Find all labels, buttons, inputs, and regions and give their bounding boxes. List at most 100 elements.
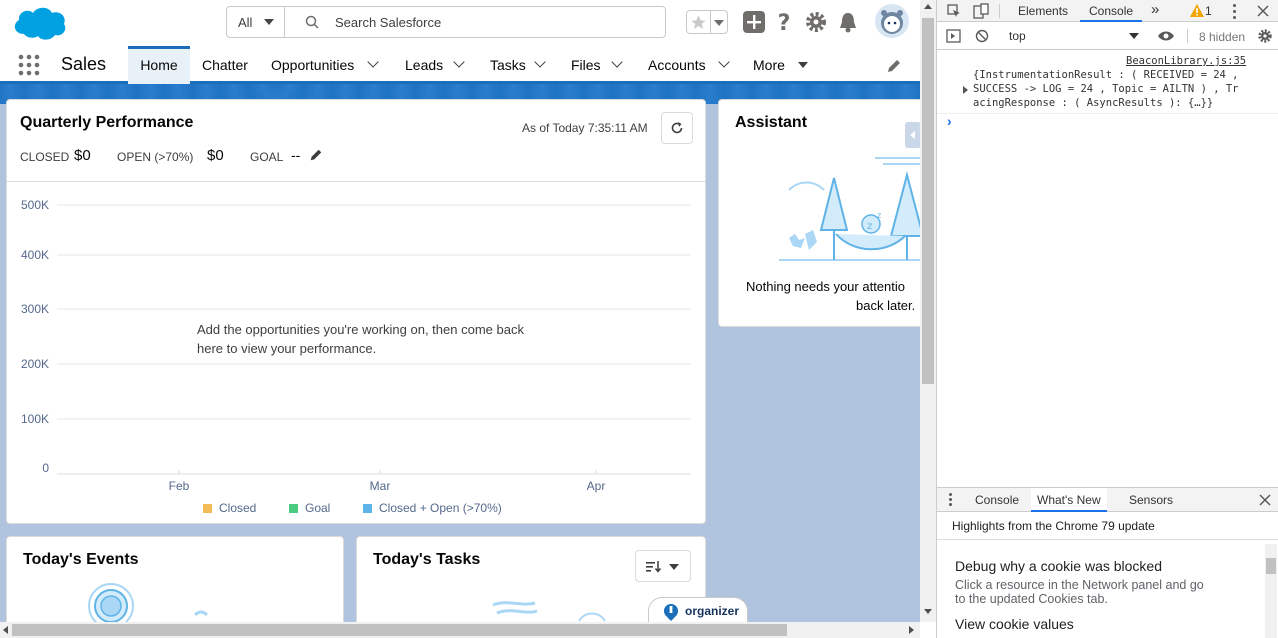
tab-label: Accounts: [648, 57, 706, 73]
scroll-left-arrow-icon[interactable]: [3, 626, 8, 634]
gear-icon[interactable]: [804, 10, 828, 34]
collapse-button[interactable]: [905, 122, 920, 148]
salesforce-logo-icon[interactable]: [10, 4, 68, 42]
tab-label: Files: [571, 57, 601, 73]
console-message: BeaconLibrary.js:35 {InstrumentationResu…: [937, 52, 1278, 114]
inspect-element-icon[interactable]: [947, 4, 961, 18]
warning-count: 1: [1205, 4, 1212, 18]
legend-label: Closed: [219, 501, 256, 515]
favorites-button[interactable]: [686, 10, 728, 34]
divider: [710, 11, 711, 33]
card-title: Today's Events: [23, 551, 139, 568]
whats-new-item-title[interactable]: Debug why a cookie was blocked: [955, 558, 1162, 574]
drawer-tab-bar: Console What's New Sensors: [937, 488, 1278, 512]
edit-goal-pencil-icon[interactable]: [309, 148, 323, 162]
context-selector[interactable]: top: [1001, 27, 1141, 45]
svg-text:?: ?: [778, 11, 791, 34]
scroll-up-arrow-icon[interactable]: [924, 4, 932, 9]
whats-new-item-description: to the updated Cookies tab.: [955, 592, 1108, 606]
search-icon: [305, 15, 319, 29]
organizer-button[interactable]: organizer: [648, 597, 748, 622]
drawer-tab-console[interactable]: Console: [975, 488, 1019, 512]
tab-console[interactable]: Console: [1080, 0, 1143, 22]
drawer-tab-whats-new[interactable]: What's New: [1031, 488, 1107, 512]
search-input[interactable]: [335, 13, 655, 31]
tab-chatter[interactable]: Chatter: [202, 46, 248, 84]
chevron-down-icon: [714, 20, 724, 26]
y-tick-label: 200K: [21, 357, 49, 371]
close-icon[interactable]: [1259, 494, 1271, 506]
refresh-icon: [671, 122, 683, 134]
log-text-line: {InstrumentationResult : ( RECEIVED = 24…: [973, 69, 1239, 81]
expand-triangle-icon[interactable]: [963, 86, 968, 94]
tab-leads[interactable]: Leads: [405, 46, 467, 84]
chevron-down-icon[interactable]: [611, 56, 623, 68]
app-launcher-icon[interactable]: [18, 54, 40, 76]
clear-console-icon[interactable]: [975, 29, 989, 43]
scroll-down-arrow-icon[interactable]: [924, 609, 932, 614]
tab-tasks[interactable]: Tasks: [490, 46, 548, 84]
drawer-tab-sensors[interactable]: Sensors: [1129, 488, 1173, 512]
chevron-down-icon[interactable]: [453, 56, 465, 68]
device-toolbar-icon[interactable]: [973, 3, 989, 19]
star-icon: [691, 15, 706, 29]
svg-text:z: z: [867, 221, 872, 232]
page-horizontal-scrollbar[interactable]: [0, 622, 920, 638]
tab-elements[interactable]: Elements: [1018, 0, 1068, 22]
task-sort-dropdown[interactable]: [635, 550, 691, 582]
plus-icon[interactable]: [742, 10, 766, 34]
chevron-left-icon: [910, 131, 915, 139]
log-source-link[interactable]: BeaconLibrary.js:35: [1126, 55, 1246, 67]
open-value: $0: [207, 147, 224, 164]
chevron-down-icon: [798, 62, 808, 68]
tab-label: Home: [140, 57, 178, 73]
organizer-logo-icon: [664, 604, 678, 621]
refresh-button[interactable]: [661, 112, 693, 144]
scrollbar-thumb[interactable]: [1266, 558, 1276, 574]
salesforce-app: All ?: [0, 0, 920, 622]
tab-more[interactable]: More: [753, 46, 811, 84]
goal-value: --: [291, 147, 301, 163]
customize-menu-icon[interactable]: [1233, 3, 1237, 19]
eye-icon[interactable]: [1157, 30, 1175, 42]
tab-accounts[interactable]: Accounts: [648, 46, 730, 84]
tab-files[interactable]: Files: [571, 46, 625, 84]
global-header: All ?: [0, 0, 920, 46]
help-icon[interactable]: ?: [772, 10, 796, 34]
avatar[interactable]: [874, 3, 910, 39]
quarterly-performance-card: Quarterly Performance As of Today 7:35:1…: [6, 99, 706, 524]
tab-label: Chatter: [202, 57, 248, 73]
warning-icon[interactable]: [1190, 4, 1204, 17]
chevron-down-icon[interactable]: [534, 56, 546, 68]
log-text-line: SUCCESS -> LOG = 24 , Topic = AILTN ) , …: [973, 83, 1239, 95]
settings-gear-icon[interactable]: [1257, 28, 1273, 44]
close-icon[interactable]: [1257, 5, 1269, 17]
svg-text:z: z: [877, 211, 881, 220]
scrollbar-thumb[interactable]: [922, 18, 934, 384]
drawer-menu-icon[interactable]: [949, 493, 952, 507]
hammock-illustration-icon: z z: [779, 157, 920, 261]
context-label: top: [1009, 29, 1026, 43]
console-toolbar: top 8 hidden: [937, 23, 1278, 50]
bell-icon[interactable]: [836, 10, 860, 34]
global-search[interactable]: All: [226, 6, 666, 38]
tab-opportunities[interactable]: Opportunities: [271, 46, 383, 84]
assistant-message: Nothing needs your attentio: [746, 279, 905, 294]
search-scope-dropdown[interactable]: All: [227, 7, 285, 37]
tab-home[interactable]: Home: [128, 46, 190, 84]
organizer-label: organizer: [685, 604, 740, 618]
chevron-down-icon[interactable]: [367, 56, 379, 68]
whats-new-item-title[interactable]: View cookie values: [955, 616, 1074, 632]
assistant-message-2: back later.: [856, 298, 916, 313]
chevron-down-icon: [669, 564, 679, 570]
chevron-down-icon[interactable]: [718, 56, 730, 68]
more-tabs-button[interactable]: »: [1151, 0, 1159, 22]
scrollbar-thumb[interactable]: [12, 624, 787, 636]
chart-empty-message: Add the opportunities you're working on,…: [185, 318, 563, 360]
show-sidebar-icon[interactable]: [946, 29, 961, 43]
edit-nav-pencil-icon[interactable]: [886, 58, 902, 74]
console-prompt[interactable]: ›: [947, 113, 952, 129]
page-vertical-scrollbar[interactable]: [920, 0, 936, 622]
drawer-scrollbar[interactable]: [1265, 544, 1277, 638]
scroll-right-arrow-icon[interactable]: [909, 626, 914, 634]
